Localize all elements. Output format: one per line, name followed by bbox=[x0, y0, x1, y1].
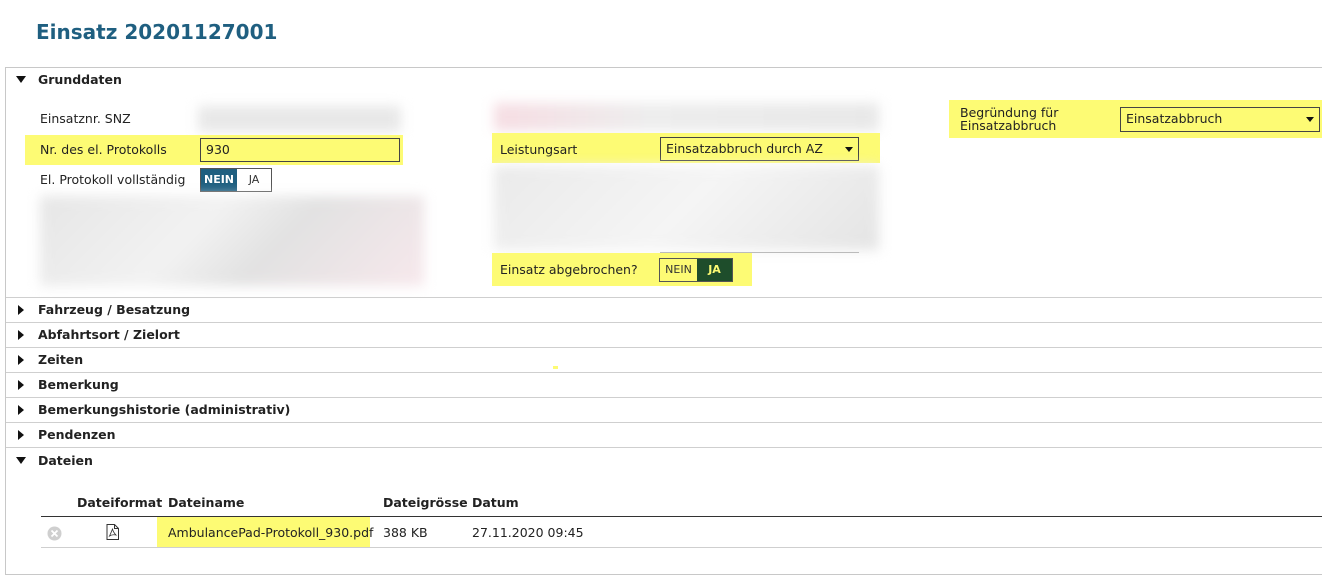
protokoll-vollstaendig-toggle[interactable]: NEIN JA bbox=[200, 168, 272, 192]
section-pendenzen-header[interactable]: Pendenzen bbox=[16, 423, 116, 447]
protokoll-nr-label: Nr. des el. Protokolls bbox=[40, 142, 167, 157]
divider bbox=[6, 297, 1322, 298]
column-header-dateiname[interactable]: Dateiname bbox=[168, 495, 244, 510]
expanded-triangle-icon bbox=[16, 76, 26, 83]
section-pendenzen-label: Pendenzen bbox=[38, 427, 116, 442]
section-bemerkung-label: Bemerkung bbox=[38, 377, 119, 392]
collapsed-triangle-icon bbox=[18, 404, 24, 415]
section-fahrzeug-header[interactable]: Fahrzeug / Besatzung bbox=[16, 298, 190, 322]
begruendung-label: Begründung für Einsatzabbruch bbox=[960, 106, 1058, 132]
begruendung-label-line2: Einsatzabbruch bbox=[960, 118, 1057, 133]
collapsed-triangle-icon bbox=[18, 329, 24, 340]
column-header-datum[interactable]: Datum bbox=[472, 495, 519, 510]
redacted-block-mid bbox=[494, 166, 879, 250]
pdf-file-icon[interactable] bbox=[106, 524, 119, 540]
file-name-link[interactable]: AmbulancePad-Protokoll_930.pdf bbox=[168, 525, 373, 540]
section-abfahrtsort-label: Abfahrtsort / Zielort bbox=[38, 327, 180, 342]
file-size: 388 KB bbox=[383, 525, 428, 540]
einsatznr-value-redacted bbox=[198, 106, 401, 132]
divider bbox=[6, 322, 1322, 323]
divider bbox=[6, 347, 1322, 348]
section-zeiten-label: Zeiten bbox=[38, 352, 84, 367]
leistungsart-value: Einsatzabbruch durch AZ bbox=[666, 141, 823, 156]
divider bbox=[6, 372, 1322, 373]
section-bemerkungshistorie-label: Bemerkungshistorie (administrativ) bbox=[38, 402, 291, 417]
expanded-triangle-icon bbox=[16, 457, 26, 464]
section-bemerkungshistorie-header[interactable]: Bemerkungshistorie (administrativ) bbox=[16, 398, 290, 422]
section-abfahrtsort-header[interactable]: Abfahrtsort / Zielort bbox=[16, 323, 180, 347]
chevron-down-icon bbox=[1306, 117, 1314, 122]
section-zeiten-header[interactable]: Zeiten bbox=[16, 348, 83, 372]
collapsed-triangle-icon bbox=[18, 379, 24, 390]
section-bemerkung-header[interactable]: Bemerkung bbox=[16, 373, 119, 397]
protokoll-nr-input[interactable]: 930 bbox=[200, 138, 400, 162]
abgebrochen-toggle[interactable]: NEIN JA bbox=[659, 258, 733, 282]
toggle-ja-option[interactable]: JA bbox=[237, 169, 271, 191]
collapsed-triangle-icon bbox=[18, 304, 24, 315]
protokoll-vollstaendig-label: El. Protokoll vollständig bbox=[40, 172, 186, 187]
file-date: 27.11.2020 09:45 bbox=[472, 525, 584, 540]
divider bbox=[6, 422, 1322, 423]
section-fahrzeug-label: Fahrzeug / Besatzung bbox=[38, 302, 191, 317]
collapsed-triangle-icon bbox=[18, 354, 24, 365]
toggle-nein-option[interactable]: NEIN bbox=[660, 259, 697, 281]
column-header-dateigroesse[interactable]: Dateigrösse bbox=[383, 495, 468, 510]
einsatznr-label: Einsatznr. SNZ bbox=[40, 111, 131, 126]
begruendung-select[interactable]: Einsatzabbruch bbox=[1120, 107, 1320, 132]
redacted-block-left bbox=[40, 196, 424, 286]
chevron-down-icon bbox=[845, 147, 853, 152]
section-dateien-header[interactable]: Dateien bbox=[16, 449, 93, 473]
begruendung-value: Einsatzabbruch bbox=[1126, 111, 1223, 126]
toggle-nein-option[interactable]: NEIN bbox=[201, 169, 237, 191]
delete-icon[interactable] bbox=[47, 526, 62, 541]
divider bbox=[6, 447, 1322, 448]
leistungsart-label: Leistungsart bbox=[500, 142, 578, 157]
section-dateien-label: Dateien bbox=[38, 453, 93, 468]
highlight-dot bbox=[553, 366, 558, 369]
section-grunddaten-label: Grunddaten bbox=[38, 72, 122, 87]
abgebrochen-label: Einsatz abgebrochen? bbox=[500, 262, 638, 277]
leistungsart-select[interactable]: Einsatzabbruch durch AZ bbox=[660, 137, 859, 161]
section-grunddaten-header[interactable]: Grunddaten bbox=[16, 68, 122, 92]
redacted-block-top-mid bbox=[494, 103, 879, 131]
table-row-divider bbox=[41, 547, 1322, 548]
column-header-dateiformat[interactable]: Dateiformat bbox=[77, 495, 162, 510]
toggle-ja-option[interactable]: JA bbox=[697, 259, 732, 281]
page-title: Einsatz 20201127001 bbox=[36, 20, 278, 44]
collapsed-triangle-icon bbox=[18, 429, 24, 440]
